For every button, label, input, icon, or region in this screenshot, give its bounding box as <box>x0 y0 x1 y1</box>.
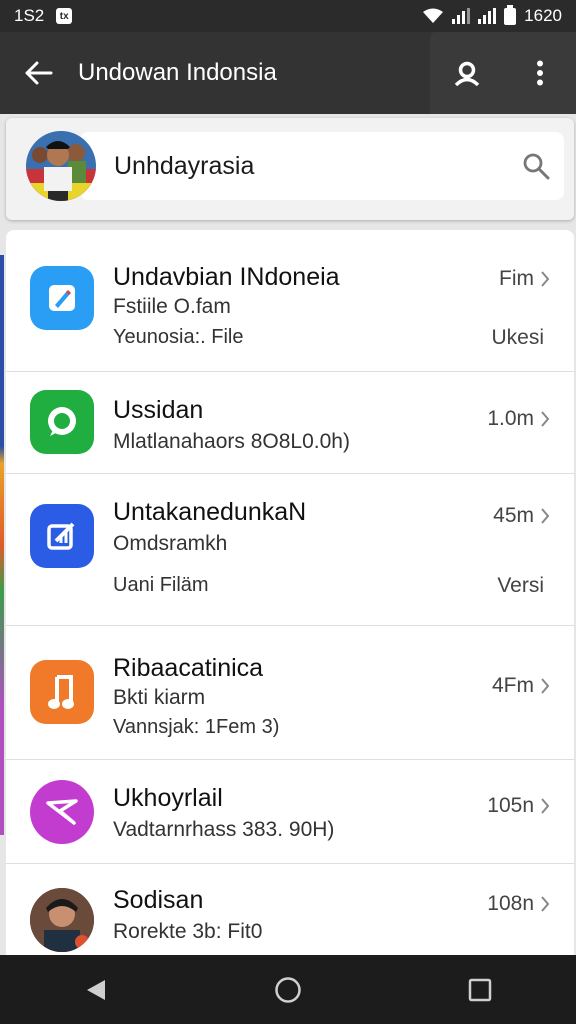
app-size: 108n <box>487 892 550 916</box>
app-bar: Undowan Indonsia <box>0 32 576 114</box>
edit-square-icon <box>47 522 75 550</box>
back-button[interactable] <box>0 32 78 114</box>
overflow-menu-button[interactable] <box>520 53 560 93</box>
app-size-value: 1.0m <box>487 407 534 430</box>
search-button[interactable] <box>508 132 564 200</box>
status-time: 1S2 <box>14 6 45 25</box>
battery-icon <box>504 4 517 25</box>
app-icon-editor <box>30 504 94 568</box>
search-box[interactable]: Unhdayrasia <box>80 132 564 200</box>
nav-recents-button[interactable] <box>450 960 510 1020</box>
app-name: Ribaacatinica <box>113 654 264 682</box>
send-icon <box>46 799 78 825</box>
chevron-right-icon <box>541 798 550 814</box>
more-vert-icon <box>536 60 543 86</box>
list-item[interactable]: UntakanedunkaN Omdsramkh Uani Filäm 45m … <box>6 474 574 626</box>
chat-bubble-icon <box>48 407 76 436</box>
square-recents-icon <box>468 978 492 1001</box>
wifi-icon <box>423 8 444 23</box>
navigation-bar <box>0 955 576 1024</box>
avatar[interactable] <box>26 131 96 201</box>
app-size: 105n <box>487 794 550 818</box>
chevron-right-icon <box>541 411 550 427</box>
app-version: Versi <box>497 574 544 597</box>
app-detail: Vannsjak: 1Fem 3) <box>113 716 280 738</box>
app-name: Ukhoyrlail <box>113 784 223 812</box>
app-size: 1.0m <box>487 407 550 431</box>
edit-icon <box>49 285 75 311</box>
contact-avatar <box>30 888 94 952</box>
person-photo-icon <box>30 888 94 952</box>
list-item[interactable]: Ussidan Mlatlanahaors 8O8L0.0h) 1.0m <box>6 372 574 474</box>
signal-icon <box>452 8 471 24</box>
app-subtitle: Rorekte 3b: Fit0 <box>113 920 263 943</box>
app-name: Ussidan <box>113 396 204 424</box>
app-detail: Uani Filäm <box>113 574 209 596</box>
search-input[interactable]: Unhdayrasia <box>114 152 508 181</box>
circle-home-icon <box>275 976 301 1003</box>
app-list: Undavbian INdoneia Fstiile O.fam Yeunosi… <box>6 230 574 960</box>
app-name: Sodisan <box>113 886 204 914</box>
music-note-icon <box>48 675 74 709</box>
chevron-right-icon <box>541 896 550 912</box>
app-size: 4Fm <box>492 674 550 698</box>
nav-home-button[interactable] <box>258 960 318 1020</box>
search-card: Unhdayrasia <box>6 118 574 220</box>
nav-back-button[interactable] <box>66 960 126 1020</box>
search-icon <box>523 153 550 180</box>
person-icon <box>454 61 479 86</box>
app-size-value: 45m <box>493 504 534 527</box>
app-size-value: Fim <box>499 267 534 290</box>
notification-icon: tx <box>56 8 73 24</box>
app-size-value: 105n <box>487 794 534 817</box>
status-bar: 1S2 tx 1620 <box>0 0 576 32</box>
app-subtitle: Omdsramkh <box>113 532 228 555</box>
status-clock: 1620 <box>524 6 562 25</box>
edge-strip <box>0 255 4 835</box>
app-detail: Yeunosia:. File <box>113 326 244 348</box>
app-name: UntakanedunkaN <box>113 498 307 526</box>
arrow-back-icon <box>25 61 53 85</box>
list-item[interactable]: Ribaacatinica Bkti kiarm Vannsjak: 1Fem … <box>6 626 574 760</box>
app-subtitle: Vadtarnrhass 383. 90H) <box>113 818 335 841</box>
app-size-value: 108n <box>487 892 534 915</box>
page-title: Undowan Indonsia <box>78 59 277 86</box>
app-subtitle: Bkti kiarm <box>113 686 206 709</box>
signal-icon-2 <box>478 8 497 24</box>
app-name: Undavbian INdoneia <box>113 263 340 291</box>
chevron-right-icon <box>541 508 550 524</box>
app-bar-actions <box>430 32 576 114</box>
list-item[interactable]: Undavbian INdoneia Fstiile O.fam Yeunosi… <box>6 230 574 372</box>
app-icon-compose <box>30 266 94 330</box>
chevron-right-icon <box>541 678 550 694</box>
app-subtitle: Mlatlanahaors 8O8L0.0h) <box>113 430 350 453</box>
app-size: 45m <box>493 504 550 528</box>
triangle-back-icon <box>87 979 105 1000</box>
app-icon-music <box>30 660 94 724</box>
app-icon-send <box>30 780 94 844</box>
app-size-value: 4Fm <box>492 674 534 697</box>
app-size: Fim <box>499 267 550 291</box>
account-button[interactable] <box>447 53 487 93</box>
chevron-right-icon <box>541 271 550 287</box>
app-subtitle: Fstiile O.fam <box>113 295 231 318</box>
app-version: Ukesi <box>491 326 544 349</box>
list-item[interactable]: Sodisan Rorekte 3b: Fit0 108n <box>6 864 574 960</box>
list-item[interactable]: Ukhoyrlail Vadtarnrhass 383. 90H) 105n <box>6 760 574 864</box>
app-icon-chat <box>30 390 94 454</box>
